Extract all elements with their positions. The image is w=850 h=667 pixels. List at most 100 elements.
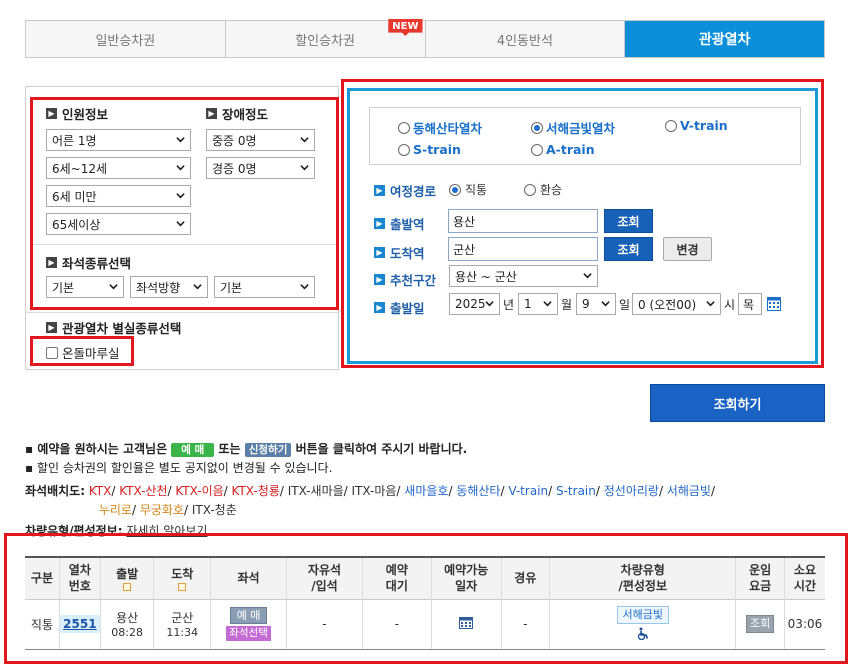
new-badge: NEW [388, 19, 423, 36]
cell-train-no: 2551 [58, 599, 101, 650]
chevron-down-icon [176, 221, 185, 227]
link-nuriro[interactable]: 누리로 [99, 503, 132, 517]
fare-lookup-button[interactable]: 조회 [746, 615, 775, 633]
link-seohae-geumbit[interactable]: 서해금빛 [667, 484, 711, 498]
link-itx-cheongchun[interactable]: ITX-청춘 [192, 503, 237, 517]
bullet-icon: ▶ [46, 322, 57, 333]
arrival-station-input[interactable]: 군산 [448, 237, 598, 261]
train-type-button[interactable]: 서해금빛 [616, 605, 669, 624]
chevron-down-icon [176, 165, 185, 171]
route-transfer-radio[interactable]: 환승 [524, 181, 562, 198]
reserve-button[interactable]: 예 매 [229, 607, 268, 624]
mild-disability-select[interactable]: 경증 0명 [206, 157, 315, 179]
radio-donghae-santa[interactable]: 동해산타열차 [398, 118, 482, 137]
child-select[interactable]: 6세~12세 [46, 157, 191, 179]
hour-select[interactable]: 0 (오전00) [632, 293, 721, 315]
tab-label: 4인동반석 [496, 33, 553, 49]
tour-seat-title: ▶ 관광열차 별실종류선택 [46, 318, 181, 337]
cell-fare: 조회 [735, 599, 785, 650]
radio-icon [398, 121, 410, 134]
notice-discount: ▪ 할인 승차권의 할인율은 별도 공지없이 변경될 수 있습니다. [25, 461, 333, 475]
cell-available-date [430, 599, 502, 650]
chevron-down-icon [485, 301, 494, 307]
link-ktx[interactable]: KTX [89, 484, 112, 498]
link-donghae-santa[interactable]: 동해산타 [456, 484, 500, 498]
seat-position-select[interactable]: 기본 [214, 276, 315, 298]
adult-select[interactable]: 어른 1명 [46, 129, 191, 151]
bullet-icon: ▶ [374, 274, 385, 285]
cell-vehicle-type: 서해금빛 [549, 599, 736, 650]
link-v-train[interactable]: V-train [508, 484, 548, 498]
month-select[interactable]: 1 [518, 293, 558, 315]
link-ktx-eum[interactable]: KTX-이음 [175, 484, 223, 498]
day-select[interactable]: 9 [576, 293, 616, 315]
month-unit: 월 [561, 298, 573, 312]
seat-select-button[interactable]: 좌석선택 [226, 626, 271, 641]
link-itx-maeum[interactable]: ITX-마음 [352, 484, 397, 498]
train-number-link[interactable]: 2551 [60, 615, 100, 633]
cell-departure: 용산 08:28 [99, 599, 154, 650]
recommended-route-select[interactable]: 용산 ~ 군산 [449, 265, 598, 287]
link-mugunghwa[interactable]: 무궁화호 [140, 503, 184, 517]
radio-v-train[interactable]: V-train [665, 118, 728, 133]
col-available-date: 예약가능 일자 [430, 556, 502, 600]
radio-s-train[interactable]: S-train [398, 142, 461, 157]
radio-selected-icon [449, 183, 461, 196]
tab-discount[interactable]: 할인승차권 NEW [226, 19, 426, 57]
departure-station-input[interactable]: 용산 [448, 209, 598, 233]
swap-stations-button[interactable]: 변경 [663, 237, 712, 261]
wheelchair-icon [637, 627, 648, 640]
radio-a-train[interactable]: A-train [531, 142, 595, 157]
col-vehicle-type: 차량유형 /편성정보 [549, 556, 736, 600]
route-direct-radio[interactable]: 직통 [449, 181, 487, 198]
year-select[interactable]: 2025 [449, 293, 500, 315]
calendar-icon[interactable] [459, 616, 474, 629]
bullet-icon: ▶ [374, 218, 385, 229]
chevron-down-icon [601, 301, 610, 307]
bullet-icon: ▶ [46, 108, 57, 119]
cell-seat: 예 매 좌석선택 [210, 599, 287, 650]
ondol-checkbox-row[interactable]: 온돌마루실 [46, 343, 120, 362]
ondol-checkbox[interactable] [46, 346, 58, 359]
link-jeongseon[interactable]: 정선아리랑 [604, 484, 659, 498]
link-ktx-cheongryong[interactable]: KTX-청룡 [232, 484, 280, 498]
tab-label: 할인승차권 [295, 33, 356, 49]
weekday-field: 목 [738, 293, 762, 315]
seat-direction-select[interactable]: 좌석방향 [130, 276, 208, 298]
col-departure[interactable]: 출발 [99, 556, 154, 600]
link-ktx-sancheon[interactable]: KTX-산천 [119, 484, 167, 498]
chevron-down-icon [583, 273, 592, 279]
arrival-lookup-button[interactable]: 조회 [604, 237, 653, 261]
divider [33, 244, 336, 245]
col-train-no: 열차 번호 [58, 556, 101, 600]
senior-select[interactable]: 65세이상 [46, 213, 191, 235]
departure-lookup-button[interactable]: 조회 [604, 209, 653, 233]
radio-icon [398, 143, 410, 156]
year-unit: 년 [503, 298, 515, 312]
radio-seohae-geumbit[interactable]: 서해금빛열차 [531, 118, 615, 137]
sort-icon[interactable] [123, 582, 132, 591]
bullet-icon: ▶ [46, 257, 57, 268]
link-saemaeul[interactable]: 새마을호 [404, 484, 448, 498]
tab-group4[interactable]: 4인동반석 [426, 21, 626, 57]
tab-tourist-train[interactable]: 관광열차 [625, 21, 824, 57]
hour-unit: 시 [724, 298, 736, 312]
divider [26, 312, 338, 313]
chevron-down-icon [300, 284, 309, 290]
bullet-icon: ▶ [374, 247, 385, 258]
infant-select[interactable]: 6세 미만 [46, 185, 191, 207]
col-arrival[interactable]: 도착 [153, 556, 211, 600]
ondol-checkbox-label: 온돌마루실 [62, 346, 120, 361]
search-button[interactable]: 조회하기 [650, 384, 825, 422]
table-row: 직통 2551 용산 08:28 군산 11:34 예 매 좌석선택 - - - 서… [25, 599, 825, 650]
tab-regular[interactable]: 일반승차권 [26, 21, 226, 57]
calendar-icon[interactable] [767, 297, 781, 314]
chevron-down-icon [109, 284, 118, 290]
col-free-seat: 자유석 /입석 [286, 556, 363, 600]
sort-icon[interactable] [178, 582, 187, 591]
severe-disability-select[interactable]: 중증 0명 [206, 129, 315, 151]
reserve-tag: 예 매 [171, 443, 215, 457]
link-itx-saemaeul[interactable]: ITX-새마을 [288, 484, 344, 498]
seat-type-select[interactable]: 기본 [46, 276, 124, 298]
link-s-train[interactable]: S-train [556, 484, 596, 498]
